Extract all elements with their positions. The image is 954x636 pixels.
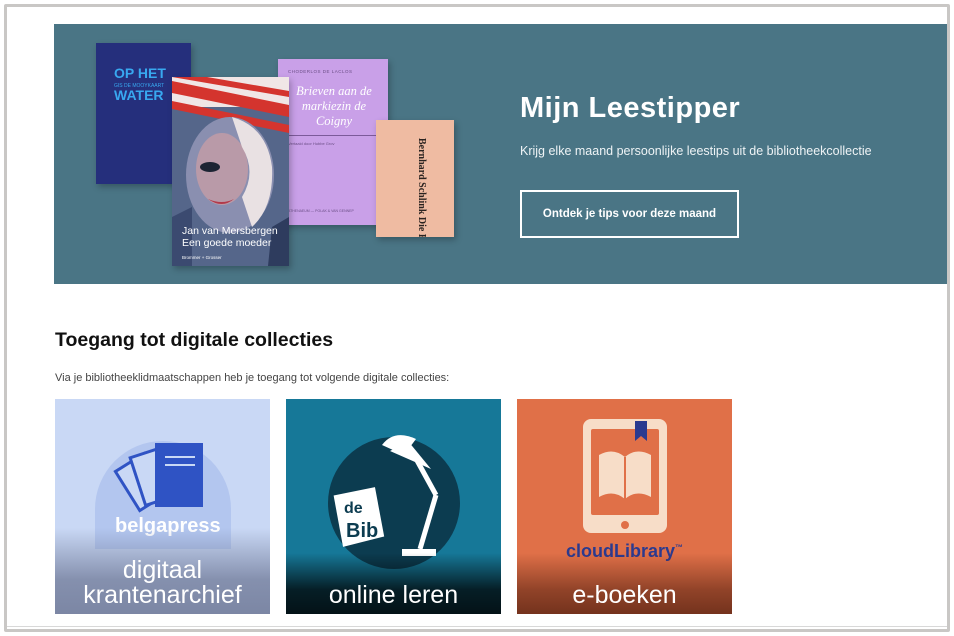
book-cover-die-frau: Bernhard Schlink Die Frau bbox=[376, 120, 454, 237]
leestipper-banner: OP HET GIS DE MOOYKAART WATER CHODERLOS … bbox=[54, 24, 947, 284]
section-subtitle: Via je bibliotheeklidmaatschappen heb je… bbox=[55, 372, 450, 384]
discover-tips-button[interactable]: Ontdek je tips voor deze maand bbox=[520, 190, 739, 238]
tile-online-leren[interactable]: de Bib online leren bbox=[286, 399, 501, 614]
tile-e-boeken[interactable]: cloudLibrary™ e-boeken bbox=[517, 399, 732, 614]
divider bbox=[288, 135, 378, 136]
book-title: Brieven aan de markiezin de Coigny bbox=[296, 84, 372, 128]
book-author-and-title: Jan van Mersbergen Een goede moeder bbox=[182, 225, 278, 249]
tile-label-line: online leren bbox=[328, 581, 459, 609]
book-publisher: ATHENAEUM — POLAK & VAN GENNEP bbox=[288, 209, 354, 213]
svg-text:Bib: Bib bbox=[346, 520, 378, 542]
tile-label-line: digitaal bbox=[122, 556, 203, 584]
book-author: CHODERLOS DE LACLOS bbox=[288, 69, 353, 74]
tile-label: digitaal krantenarchief bbox=[55, 528, 270, 614]
trademark: ™ bbox=[675, 543, 684, 552]
tile-label: e-boeken bbox=[517, 553, 732, 614]
tile-label-line: e-boeken bbox=[572, 581, 677, 609]
book-cover-een-goede-moeder: Jan van Mersbergen Een goede moeder Brom… bbox=[172, 77, 289, 266]
tile-digitaal-krantenarchief[interactable]: belgapress digitaal krantenarchief bbox=[55, 399, 270, 614]
book-translator: Vertaald door Hubbe Grov bbox=[288, 141, 335, 146]
banner-title: Mijn Leestipper bbox=[520, 92, 741, 124]
tile-label-line: krantenarchief bbox=[83, 581, 242, 609]
book-title: Een goede moeder bbox=[182, 237, 272, 249]
book-author: Jan van Mersbergen bbox=[182, 225, 278, 237]
page-frame: OP HET GIS DE MOOYKAART WATER CHODERLOS … bbox=[4, 4, 950, 632]
book-publisher: Brommer + Grosser bbox=[182, 255, 222, 260]
svg-text:de: de bbox=[344, 500, 363, 517]
divider bbox=[7, 626, 947, 627]
book-cover-brieven: CHODERLOS DE LACLOS Brieven aan de marki… bbox=[278, 59, 388, 225]
banner-subtitle: Krijg elke maand persoonlijke leestips u… bbox=[520, 144, 872, 158]
book-title-line: WATER bbox=[114, 87, 164, 103]
tile-label: online leren bbox=[286, 553, 501, 614]
book-title: Bernhard Schlink Die Frau bbox=[416, 138, 427, 237]
book-title-line: OP HET bbox=[114, 65, 166, 81]
section-title: Toegang tot digitale collecties bbox=[55, 329, 334, 351]
